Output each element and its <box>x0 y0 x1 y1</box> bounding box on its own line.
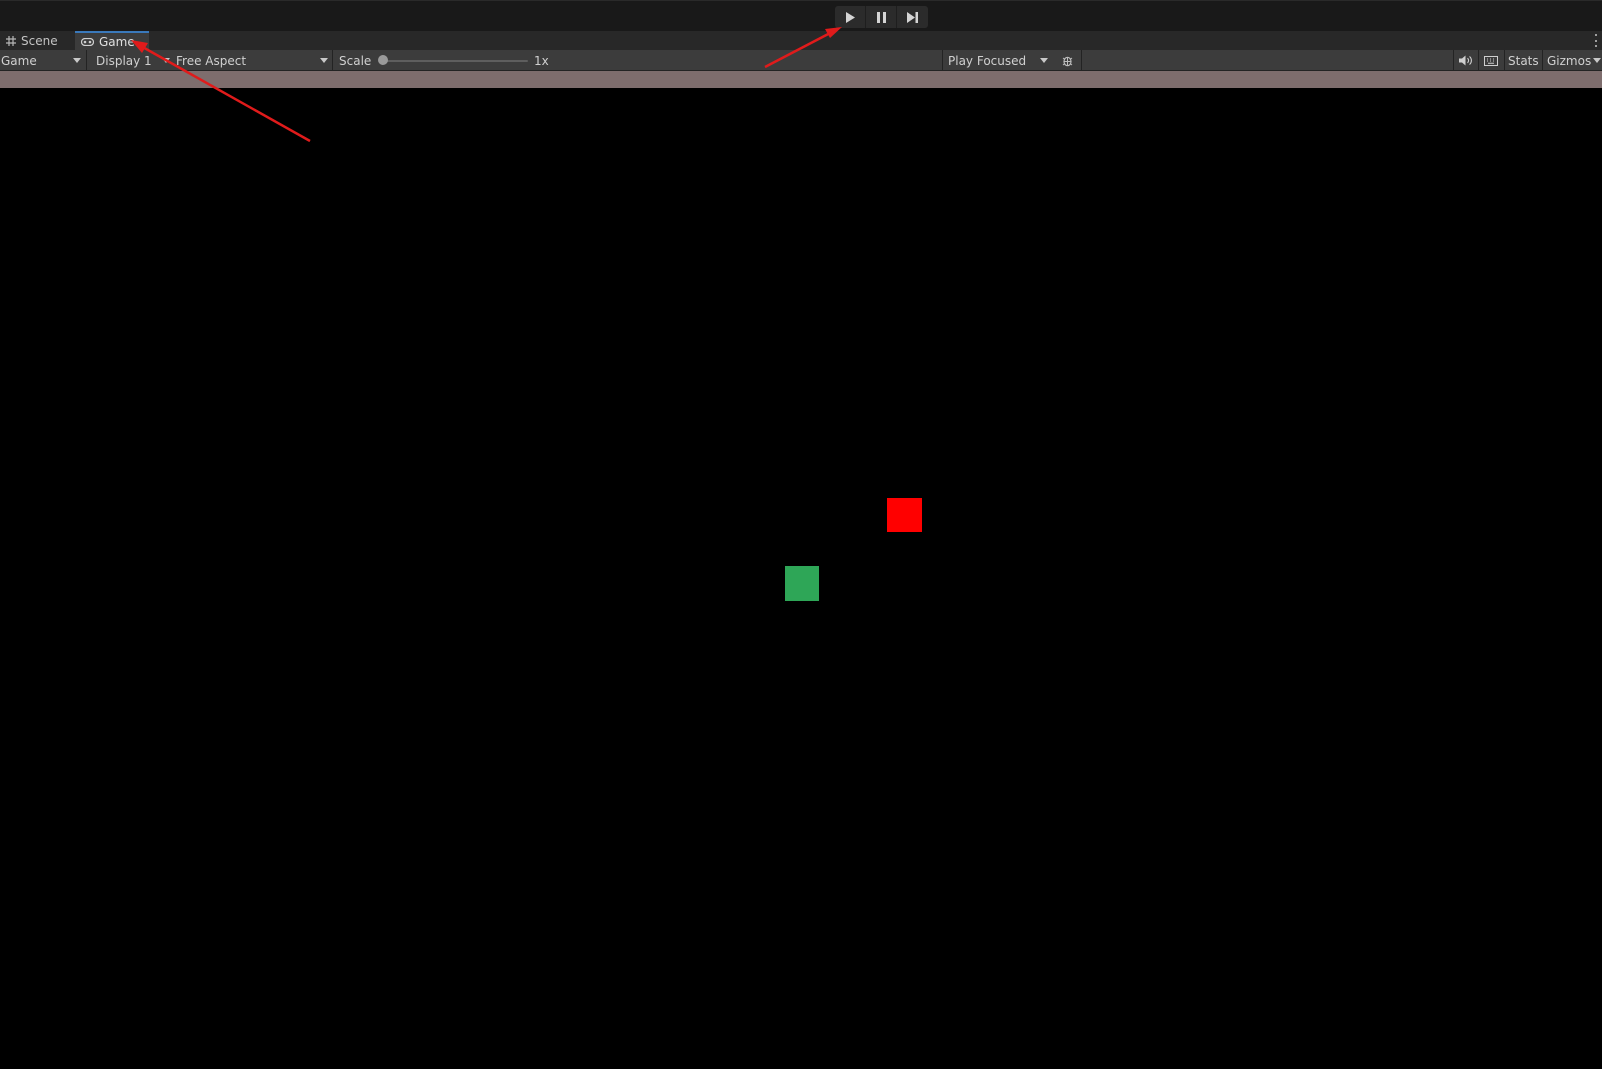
divider <box>1081 50 1082 71</box>
divider <box>1504 50 1505 71</box>
pause-icon <box>876 11 886 23</box>
play-icon <box>846 11 855 23</box>
view-mode-label: Game <box>1 53 37 68</box>
keyboard-icon[interactable] <box>1482 53 1500 68</box>
divider <box>332 50 333 71</box>
game-view-canvas[interactable] <box>0 88 1602 1069</box>
aspect-dropdown[interactable]: Free Aspect <box>176 50 246 71</box>
tab-game-label: Game <box>99 34 135 49</box>
play-mode-toolbar <box>0 0 1602 31</box>
scale-value-text: 1x <box>534 53 549 68</box>
divider <box>1478 50 1479 71</box>
bug-icon[interactable] <box>1058 53 1076 68</box>
pause-button[interactable] <box>866 6 897 28</box>
divider <box>942 50 943 71</box>
game-view-header-strip <box>0 71 1602 88</box>
play-button[interactable] <box>835 6 866 28</box>
play-mode-label: Play Focused <box>948 53 1027 68</box>
unity-editor-window: Scene Game Game Display 1 Free Aspect Sc… <box>0 0 1602 1069</box>
tab-scene[interactable]: Scene <box>0 31 74 50</box>
editor-tab-bar: Scene Game <box>0 31 1602 50</box>
step-button[interactable] <box>897 6 928 28</box>
game-view-toolbar: Game Display 1 Free Aspect Scale 1x Play… <box>0 50 1602 71</box>
green-square <box>785 566 819 601</box>
display-dropdown[interactable]: Display 1 <box>96 50 152 71</box>
red-square <box>887 498 922 532</box>
chevron-down-icon <box>73 58 81 63</box>
scale-slider-handle[interactable] <box>378 55 388 65</box>
gizmos-label: Gizmos <box>1547 53 1592 68</box>
stats-label: Stats <box>1508 53 1539 68</box>
gamepad-icon <box>81 37 94 46</box>
scale-slider-track[interactable] <box>382 60 528 62</box>
scale-label: Scale <box>339 50 371 71</box>
view-mode-dropdown[interactable]: Game <box>1 50 37 71</box>
chevron-down-icon <box>1040 58 1048 63</box>
chevron-down-icon[interactable] <box>1593 58 1601 63</box>
stats-button[interactable]: Stats <box>1508 50 1539 71</box>
divider <box>1542 50 1543 71</box>
divider <box>1453 50 1454 71</box>
tab-scene-label: Scene <box>21 33 58 48</box>
more-options-icon[interactable] <box>1594 34 1598 47</box>
scale-value: 1x <box>534 50 549 71</box>
chevron-down-icon <box>320 58 328 63</box>
play-mode-dropdown[interactable]: Play Focused <box>948 50 1026 71</box>
scene-grid-icon <box>6 35 16 46</box>
tab-game[interactable]: Game <box>75 31 149 50</box>
scale-label-text: Scale <box>339 53 372 68</box>
display-label: Display 1 <box>96 53 152 68</box>
chevron-down-icon <box>162 58 170 63</box>
speaker-icon[interactable] <box>1456 53 1474 68</box>
play-controls <box>835 6 928 28</box>
step-forward-icon <box>907 11 918 23</box>
divider <box>86 50 87 71</box>
gizmos-button[interactable]: Gizmos <box>1547 50 1591 71</box>
aspect-label: Free Aspect <box>176 53 247 68</box>
